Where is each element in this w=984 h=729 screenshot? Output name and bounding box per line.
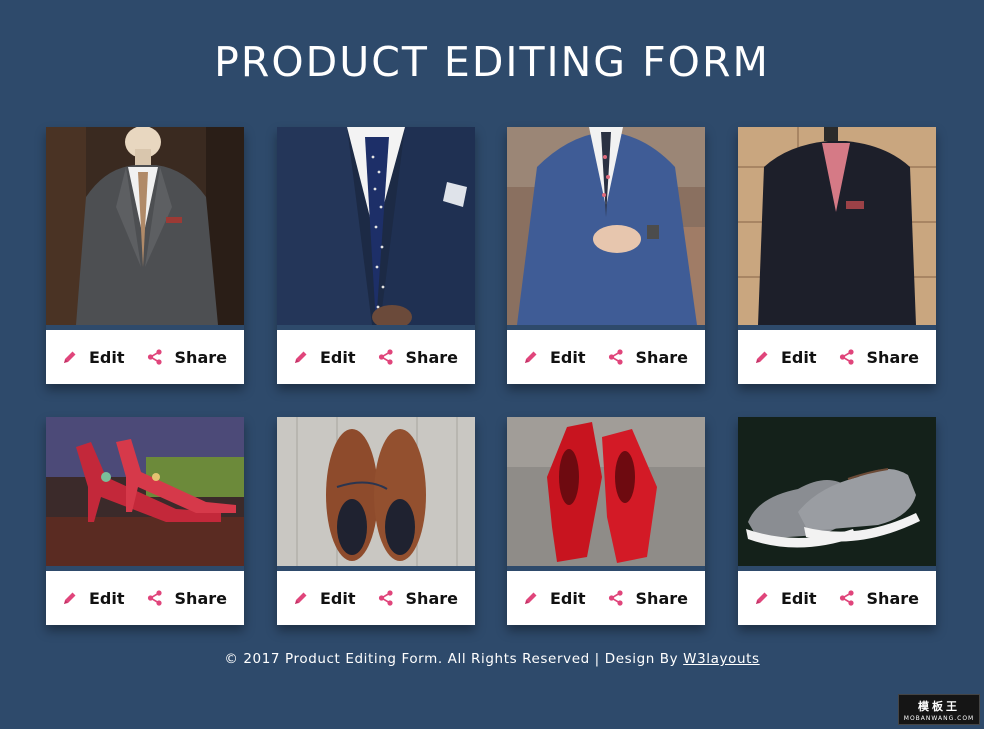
- edit-label: Edit: [89, 588, 125, 608]
- share-label: Share: [405, 347, 458, 367]
- share-button[interactable]: Share: [608, 589, 688, 608]
- share-label: Share: [866, 347, 919, 367]
- edit-label: Edit: [89, 347, 125, 367]
- share-label: Share: [174, 347, 227, 367]
- product-image-red-pumps: [507, 417, 705, 566]
- share-button[interactable]: Share: [147, 589, 227, 608]
- product-image-black-jacket: [738, 127, 936, 325]
- pencil-icon: [295, 351, 307, 363]
- share-label: Share: [405, 588, 458, 608]
- share-icon: [147, 590, 162, 606]
- product-image-grey-sneakers: [738, 417, 936, 566]
- card-actions: Edit Share: [277, 571, 475, 625]
- card-actions: Edit Share: [277, 330, 475, 384]
- pencil-icon: [64, 351, 76, 363]
- edit-label: Edit: [550, 588, 586, 608]
- share-button[interactable]: Share: [378, 589, 458, 608]
- edit-button[interactable]: Edit: [524, 348, 586, 367]
- pencil-icon: [64, 592, 76, 604]
- pencil-icon: [525, 592, 537, 604]
- share-label: Share: [635, 347, 688, 367]
- share-icon: [839, 349, 854, 365]
- share-icon: [378, 349, 393, 365]
- footer-text: © 2017 Product Editing Form. All Rights …: [224, 651, 684, 667]
- product-card: Edit Share: [507, 127, 705, 384]
- edit-button[interactable]: Edit: [294, 348, 356, 367]
- product-image-navy-suit: [277, 127, 475, 325]
- share-button[interactable]: Share: [378, 348, 458, 367]
- share-button[interactable]: Share: [839, 348, 919, 367]
- card-actions: Edit Share: [738, 571, 936, 625]
- card-actions: Edit Share: [507, 571, 705, 625]
- page-title: PRODUCT EDITING FORM: [214, 38, 770, 86]
- edit-label: Edit: [781, 347, 817, 367]
- watermark-logo: 模板王 MOBANWANG.COM: [898, 694, 980, 725]
- edit-label: Edit: [781, 588, 817, 608]
- edit-button[interactable]: Edit: [755, 589, 817, 608]
- card-actions: Edit Share: [507, 330, 705, 384]
- share-label: Share: [174, 588, 227, 608]
- product-card: Edit Share: [46, 127, 244, 384]
- pencil-icon: [756, 592, 768, 604]
- share-icon: [608, 349, 623, 365]
- share-button[interactable]: Share: [147, 348, 227, 367]
- card-actions: Edit Share: [46, 571, 244, 625]
- share-button[interactable]: Share: [608, 348, 688, 367]
- product-card: Edit Share: [277, 417, 475, 625]
- share-icon: [147, 349, 162, 365]
- edit-button[interactable]: Edit: [524, 589, 586, 608]
- share-label: Share: [635, 588, 688, 608]
- pencil-icon: [756, 351, 768, 363]
- edit-label: Edit: [320, 588, 356, 608]
- pencil-icon: [525, 351, 537, 363]
- watermark-url: MOBANWANG.COM: [903, 714, 975, 722]
- footer: © 2017 Product Editing Form. All Rights …: [0, 651, 984, 667]
- product-image-blue-suit: [507, 127, 705, 325]
- product-image-embroidered-heels: [46, 417, 244, 566]
- edit-button[interactable]: Edit: [63, 589, 125, 608]
- product-image-brown-shoes: [277, 417, 475, 566]
- card-actions: Edit Share: [46, 330, 244, 384]
- pencil-icon: [295, 592, 307, 604]
- edit-button[interactable]: Edit: [63, 348, 125, 367]
- edit-button[interactable]: Edit: [294, 589, 356, 608]
- share-icon: [378, 590, 393, 606]
- watermark-title: 模板王: [918, 699, 960, 713]
- share-icon: [839, 590, 854, 606]
- edit-button[interactable]: Edit: [755, 348, 817, 367]
- product-card: Edit Share: [738, 417, 936, 625]
- share-icon: [608, 590, 623, 606]
- product-image-grey-suit: [46, 127, 244, 325]
- edit-label: Edit: [550, 347, 586, 367]
- product-card: Edit Share: [507, 417, 705, 625]
- page: PRODUCT EDITING FORM Edit Share Edit Sha…: [0, 0, 984, 729]
- share-label: Share: [866, 588, 919, 608]
- product-card: Edit Share: [277, 127, 475, 384]
- product-card: Edit Share: [46, 417, 244, 625]
- product-card: Edit Share: [738, 127, 936, 384]
- card-actions: Edit Share: [738, 330, 936, 384]
- edit-label: Edit: [320, 347, 356, 367]
- share-button[interactable]: Share: [839, 589, 919, 608]
- footer-designer-link[interactable]: W3layouts: [683, 651, 760, 667]
